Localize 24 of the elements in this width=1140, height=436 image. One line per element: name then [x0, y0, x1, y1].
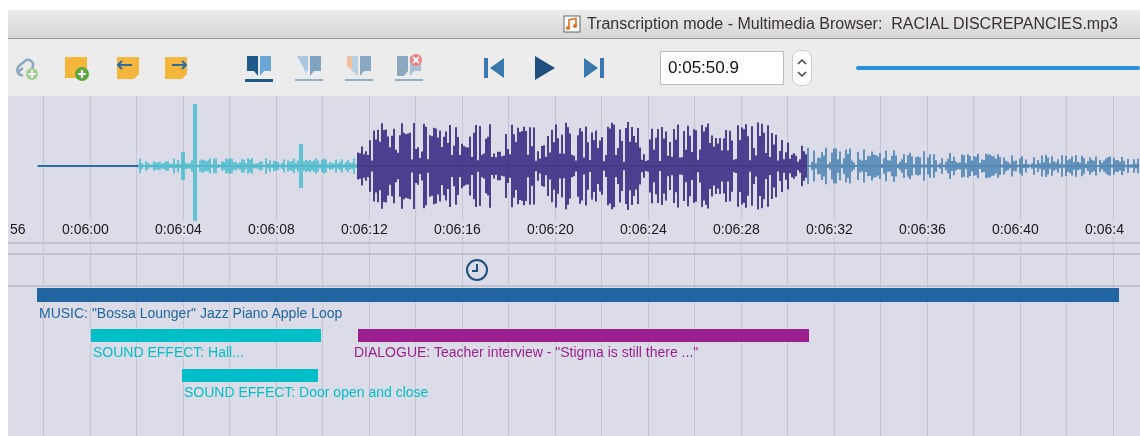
time-label: 0:06:32	[804, 221, 855, 237]
time-label: 0:06:4	[1083, 221, 1126, 237]
time-stepper[interactable]	[792, 49, 812, 86]
marker-delete-button[interactable]	[394, 52, 424, 83]
music-note-icon	[562, 15, 581, 33]
time-label: 0:06:16	[432, 221, 483, 237]
time-label: 0:06:08	[246, 221, 297, 237]
segment-label: DIALOGUE: Teacher interview - "Stigma is still there ..."	[354, 344, 699, 360]
segment-label: SOUND EFFECT: Door open and close	[184, 384, 429, 400]
time-label: 0:06:36	[897, 221, 948, 237]
time-label: 0:06:20	[525, 221, 576, 237]
time-label: 0:06:12	[339, 221, 390, 237]
time-field[interactable]: 0:05:50.9	[660, 50, 784, 85]
segment-label: MUSIC: "Bossa Lounger" Jazz Piano Apple Loop	[39, 305, 343, 321]
slider-track[interactable]	[856, 65, 1140, 70]
time-label: 0:06:24	[618, 221, 669, 237]
time-label: 0:06:04	[153, 221, 204, 237]
time-label: 0:06:28	[711, 221, 762, 237]
window-title: Transcription mode - Multimedia Browser: RACIAL DISCREPANCIES.mp3	[586, 15, 1118, 33]
segment-label: SOUND EFFECT: Hall...	[93, 344, 244, 360]
time-label: 56	[8, 221, 28, 237]
clock-icon[interactable]	[465, 258, 489, 282]
time-label: 0:06:00	[60, 221, 111, 237]
time-label: 0:06:40	[990, 221, 1041, 237]
